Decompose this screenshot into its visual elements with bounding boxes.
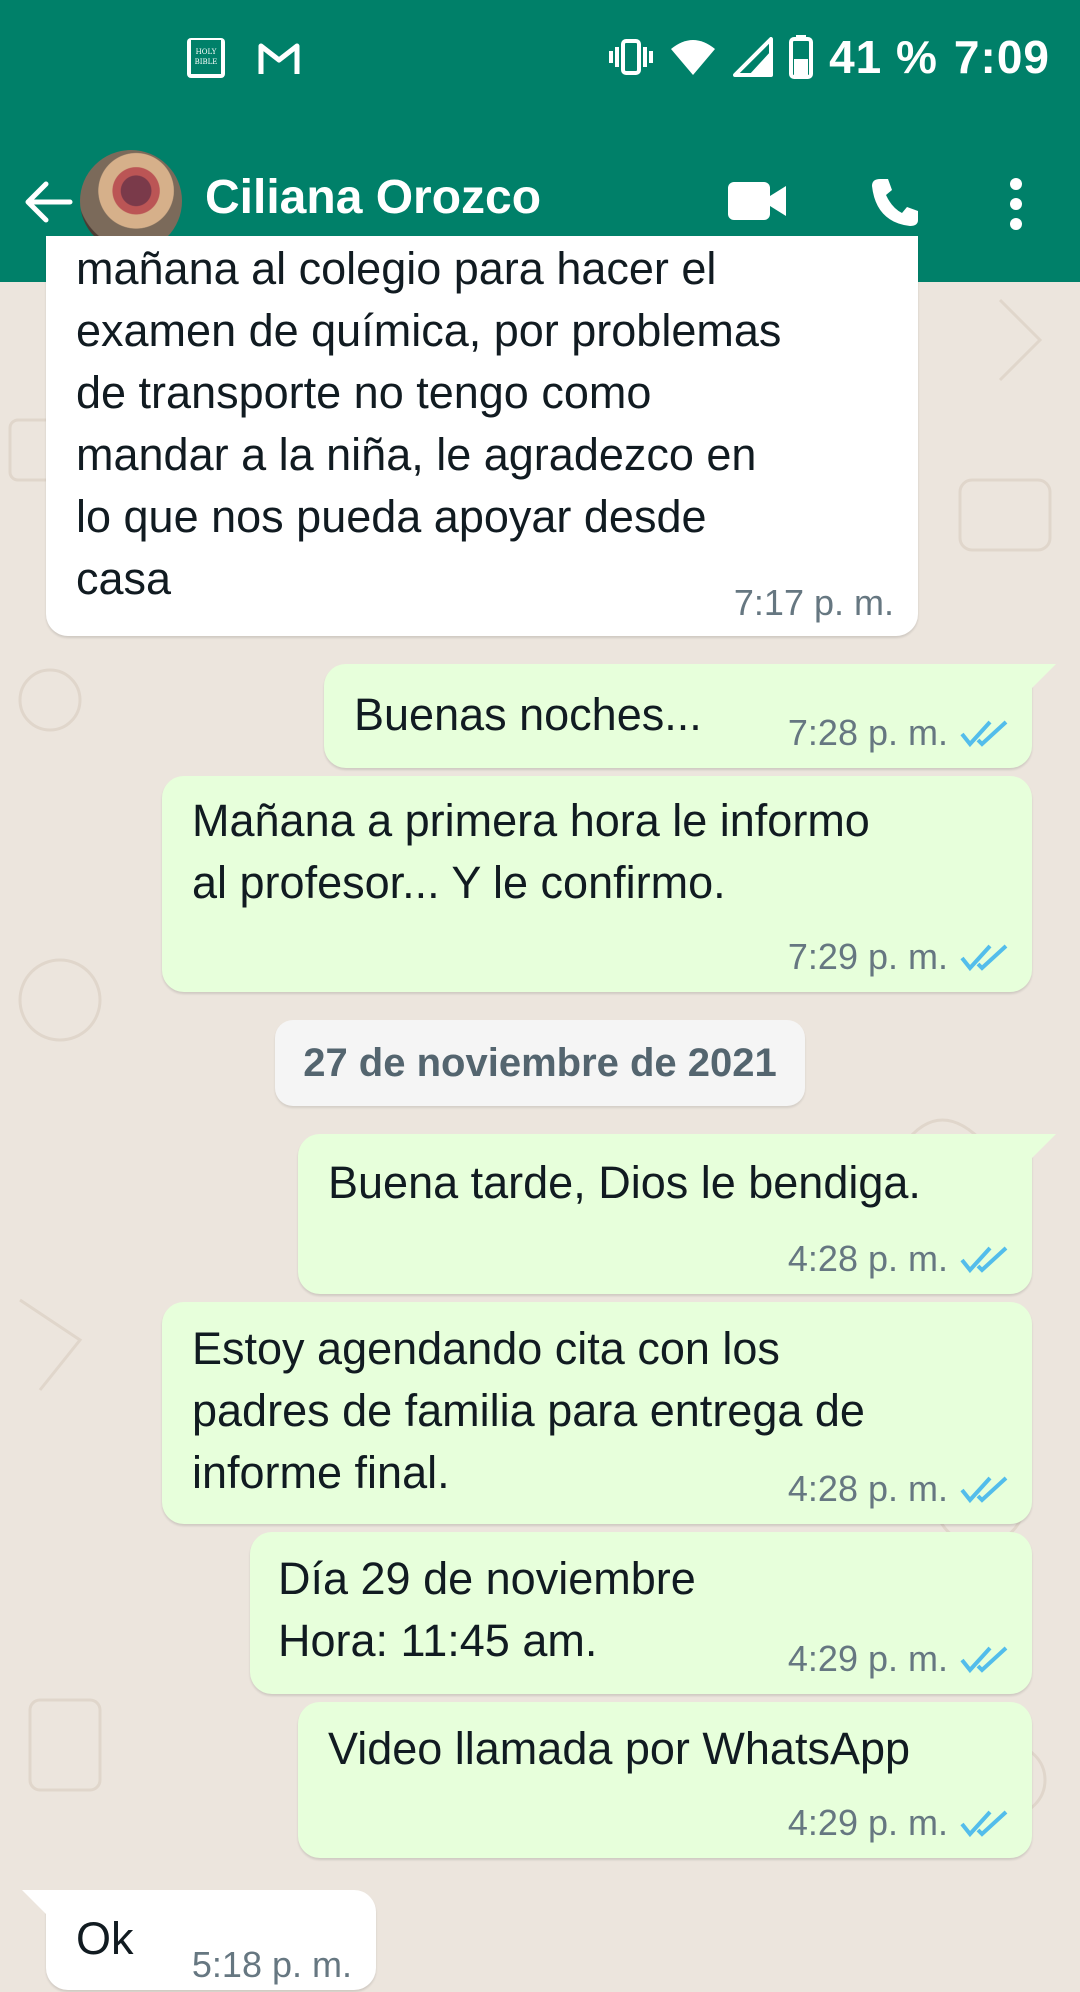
- read-ticks-icon: [960, 944, 1008, 972]
- message-text: Día 29 de noviembre Hora: 11:45 am.: [278, 1553, 696, 1666]
- timestamp: 4:29 p. m.: [787, 1638, 948, 1679]
- message-bubble-outgoing[interactable]: Video llamada por WhatsApp 4:29 p. m.: [298, 1702, 1032, 1858]
- message-text: Video llamada por WhatsApp: [328, 1723, 911, 1774]
- message-bubble-incoming[interactable]: mañana al colegio para hacer el examen d…: [46, 236, 918, 636]
- battery-percentage: 41 %: [829, 31, 938, 83]
- message-time: 5:18 p. m.: [192, 1944, 352, 1986]
- more-vert-icon[interactable]: [1006, 176, 1026, 232]
- message-time: 7:17 p. m.: [734, 582, 894, 624]
- timestamp: 5:18 p. m.: [191, 1944, 352, 1985]
- signal-icon: [733, 37, 774, 77]
- message-bubble-incoming[interactable]: Ok 5:18 p. m.: [46, 1890, 376, 1990]
- message-text: Buenas noches...: [354, 689, 702, 740]
- clock: 7:09: [953, 31, 1050, 83]
- status-bar: HOLY BIBLE 41 % 7:09: [0, 0, 1080, 130]
- read-ticks-icon: [960, 1810, 1008, 1838]
- message-bubble-outgoing[interactable]: Mañana a primera hora le informo al prof…: [162, 776, 1032, 992]
- timestamp: 4:29 p. m.: [787, 1802, 948, 1843]
- read-ticks-icon: [960, 720, 1008, 748]
- system-status: 41 % 7:09: [609, 30, 1050, 84]
- read-ticks-icon: [960, 1476, 1008, 1504]
- timestamp: 7:29 p. m.: [787, 936, 948, 977]
- message-bubble-outgoing[interactable]: Buenas noches... 7:28 p. m.: [324, 664, 1032, 768]
- svg-text:BIBLE: BIBLE: [195, 58, 218, 66]
- back-arrow-icon[interactable]: [20, 174, 76, 230]
- message-time: 4:28 p. m.: [788, 1468, 1010, 1510]
- vibrate-icon: [609, 39, 654, 75]
- message-text: Ok: [76, 1913, 134, 1964]
- message-time: 4:29 p. m.: [788, 1802, 1010, 1844]
- bubble-tail: [22, 1890, 48, 1916]
- video-call-icon[interactable]: [726, 180, 788, 222]
- read-ticks-icon: [960, 1646, 1008, 1674]
- message-time: 4:28 p. m.: [788, 1238, 1010, 1280]
- message-time: 7:28 p. m.: [788, 712, 1010, 754]
- notification-icons: HOLY BIBLE: [183, 36, 301, 82]
- message-text: Buena tarde, Dios le bendiga.: [328, 1157, 921, 1208]
- timestamp: 4:28 p. m.: [787, 1238, 948, 1279]
- gmail-icon: [258, 43, 300, 74]
- svg-text:HOLY: HOLY: [196, 48, 217, 56]
- date-divider: 27 de noviembre de 2021: [275, 1020, 805, 1106]
- bubble-tail: [1030, 1134, 1056, 1160]
- message-bubble-outgoing[interactable]: Buena tarde, Dios le bendiga. 4:28 p. m.: [298, 1134, 1032, 1294]
- timestamp: 4:28 p. m.: [787, 1468, 948, 1509]
- message-time: 4:29 p. m.: [788, 1638, 1010, 1680]
- timestamp: 7:28 p. m.: [787, 712, 948, 753]
- wifi-icon: [671, 40, 716, 75]
- message-text: Mañana a primera hora le informo al prof…: [192, 795, 870, 908]
- battery-icon: [789, 35, 814, 79]
- message-time: 7:29 p. m.: [788, 936, 1010, 978]
- holy-bible-icon: HOLY BIBLE: [187, 38, 225, 78]
- contact-name[interactable]: Ciliana Orozco: [205, 170, 541, 225]
- timestamp: 7:17 p. m.: [733, 582, 894, 623]
- read-ticks-icon: [960, 1246, 1008, 1274]
- message-bubble-outgoing[interactable]: Día 29 de noviembre Hora: 11:45 am. 4:29…: [250, 1532, 1032, 1694]
- phone-icon[interactable]: [868, 176, 920, 228]
- message-bubble-outgoing[interactable]: Estoy agendando cita con los padres de f…: [162, 1302, 1032, 1524]
- message-text: mañana al colegio para hacer el examen d…: [76, 243, 782, 604]
- bubble-tail: [1030, 664, 1056, 690]
